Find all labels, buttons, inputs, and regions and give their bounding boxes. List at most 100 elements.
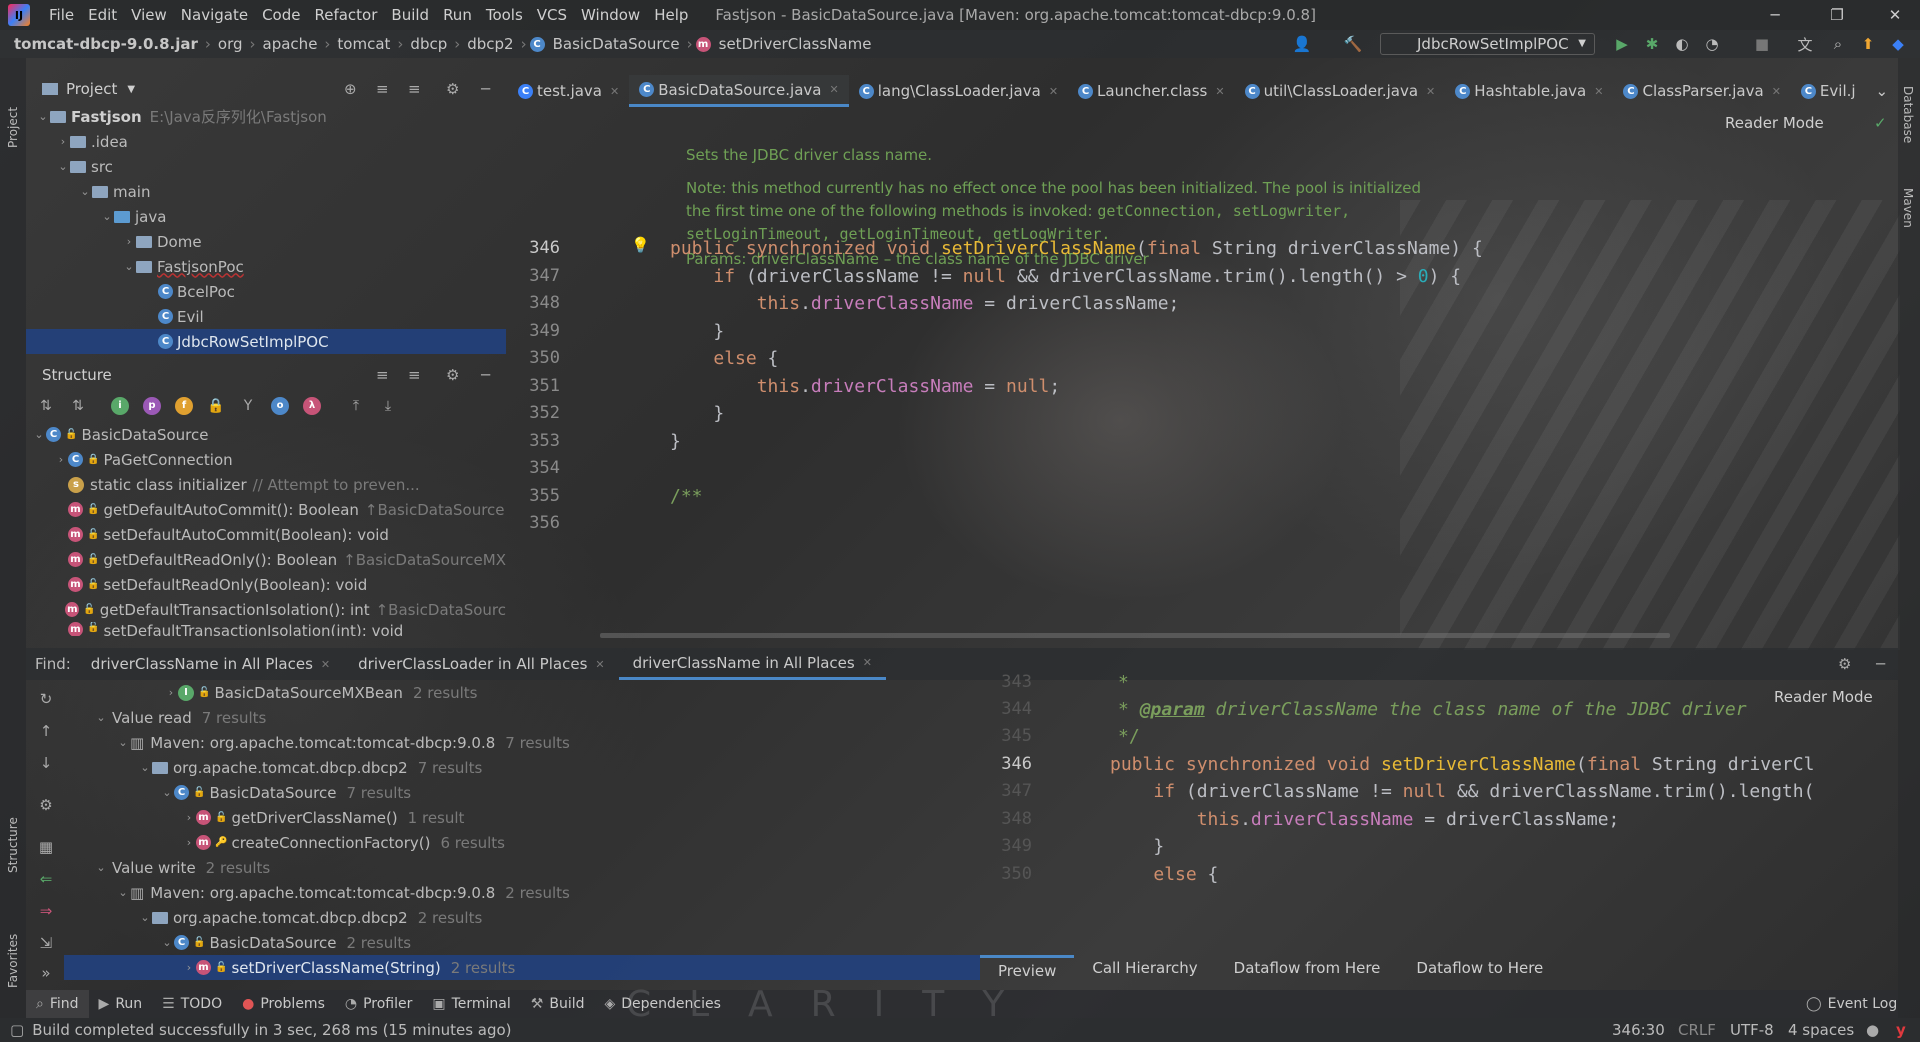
breadcrumb-class[interactable]: BasicDataSource bbox=[549, 35, 684, 53]
chevron-down-icon[interactable]: ▼ bbox=[127, 84, 135, 95]
user-icon[interactable]: 👤 bbox=[1292, 34, 1312, 54]
horizontal-scrollbar[interactable] bbox=[600, 633, 1670, 638]
result-row[interactable]: › m 🔓 getDriverClassName() 1 result bbox=[64, 805, 980, 830]
menu-edit[interactable]: Edit bbox=[81, 6, 124, 24]
tab-lang-classloader-java[interactable]: Clang\ClassLoader.java ✕ bbox=[849, 75, 1068, 107]
profile-icon[interactable]: ◔ bbox=[1702, 34, 1722, 54]
structure-item[interactable]: m 🔓 setDefaultAutoCommit(Boolean): void bbox=[26, 522, 506, 547]
status-toggle-icon[interactable]: ▢ bbox=[10, 1021, 24, 1039]
database-tool-label[interactable]: Database bbox=[1901, 86, 1915, 143]
usage-preview[interactable]: Reader Mode 343 344 345 346 347 348 349 … bbox=[980, 672, 1898, 950]
tab-launcher-class[interactable]: C Launcher.class ✕ bbox=[1068, 75, 1235, 107]
tab-classparser-java[interactable]: C ClassParser.java ✕ bbox=[1613, 75, 1790, 107]
project-panel-title[interactable]: Project bbox=[66, 80, 117, 98]
result-row[interactable]: ⌄ C 🔓 BasicDataSource 7 results bbox=[64, 780, 980, 805]
preview-reader-mode-button[interactable]: Reader Mode bbox=[1774, 688, 1873, 706]
lambda-icon[interactable]: λ bbox=[302, 396, 322, 416]
tool-terminal[interactable]: ▣ Terminal bbox=[422, 996, 520, 1012]
result-row[interactable]: ⌄ Value read 7 results bbox=[64, 705, 980, 730]
tree-item-idea[interactable]: › .idea bbox=[26, 129, 506, 154]
breadcrumb-dbcp[interactable]: dbcp bbox=[406, 35, 451, 53]
translate-icon[interactable]: 文 bbox=[1795, 34, 1815, 54]
plugin-y-icon[interactable]: y bbox=[1896, 1021, 1906, 1039]
menu-help[interactable]: Help bbox=[647, 6, 695, 24]
result-row[interactable]: › m 🔑 createConnectionFactory() 6 results bbox=[64, 830, 980, 855]
breadcrumb-apache[interactable]: apache bbox=[259, 35, 322, 53]
expand-all-icon[interactable]: ≡ bbox=[376, 366, 389, 384]
menu-run[interactable]: Run bbox=[436, 6, 479, 24]
favorites-tool-label[interactable]: Favorites bbox=[6, 898, 20, 988]
find-tab-3[interactable]: driverClassName in All Places ✕ bbox=[618, 648, 886, 680]
result-row-selected[interactable]: › m 🔓 setDriverClassName(String) 2 results bbox=[64, 955, 980, 980]
file-encoding[interactable]: UTF-8 bbox=[1730, 1021, 1774, 1039]
collapse-all-icon[interactable]: ≡ bbox=[408, 366, 421, 384]
tab-util-classloader-java[interactable]: Cutil\ClassLoader.java ✕ bbox=[1235, 75, 1446, 107]
status-message[interactable]: Build completed successfully in 3 sec, 2… bbox=[32, 1021, 511, 1039]
autoscroll-from-source-icon[interactable]: ⤓ bbox=[378, 396, 398, 416]
line-separator[interactable]: CRLF bbox=[1678, 1021, 1716, 1039]
tree-item-fastjson[interactable]: ⌄ Fastjson E:\Java反序列化\Fastjson bbox=[26, 104, 506, 129]
collapse-all-icon[interactable]: ≡ bbox=[408, 80, 421, 98]
stop-icon[interactable]: ■ bbox=[1752, 34, 1772, 54]
previous-occurrence-icon[interactable]: ↑ bbox=[36, 722, 56, 742]
settings-icon[interactable]: ⚙ bbox=[36, 796, 56, 816]
breadcrumb-jar[interactable]: tomcat-dbcp-9.0.8.jar bbox=[10, 35, 202, 53]
coverage-icon[interactable]: ◐ bbox=[1672, 34, 1692, 54]
show-anonymous-icon[interactable]: Y bbox=[238, 396, 258, 416]
menu-code[interactable]: Code bbox=[255, 6, 307, 24]
structure-item[interactable]: m 🔓 getDefaultAutoCommit(): Boolean ↑BasicD… bbox=[26, 497, 506, 522]
export-icon[interactable]: ⇲ bbox=[36, 934, 56, 954]
update-icon[interactable]: ⬆ bbox=[1858, 34, 1878, 54]
run-icon[interactable]: ▶ bbox=[1612, 34, 1632, 54]
reader-mode-button[interactable]: Reader Mode bbox=[1725, 114, 1824, 132]
result-row[interactable]: ⌄ org.apache.tomcat.dbcp.dbcp2 7 results bbox=[64, 755, 980, 780]
tool-build[interactable]: ⚒ Build bbox=[521, 996, 595, 1012]
indent-setting[interactable]: 4 spaces bbox=[1788, 1021, 1854, 1039]
gear-icon[interactable]: ⚙ bbox=[446, 80, 459, 98]
tool-run[interactable]: ▶ Run bbox=[89, 996, 153, 1012]
tab-basicdatasource-java[interactable]: C BasicDataSource.java ✕ bbox=[629, 75, 849, 107]
sort-visibility-icon[interactable]: ⇅ bbox=[68, 396, 88, 416]
tool-profiler[interactable]: ◔ Profiler bbox=[335, 996, 423, 1012]
result-row[interactable]: › I 🔓 BasicDataSourceMXBean 2 results bbox=[64, 680, 980, 705]
show-fields-icon[interactable]: f bbox=[174, 396, 194, 416]
hide-icon[interactable]: ─ bbox=[481, 80, 490, 98]
structure-item[interactable]: m 🔓 setDefaultTransactionIsolation(int): v… bbox=[26, 622, 506, 636]
write-access-icon[interactable]: ⇒ bbox=[36, 902, 56, 922]
breadcrumb-org[interactable]: org bbox=[214, 35, 247, 53]
close-icon[interactable]: ✕ bbox=[1872, 0, 1918, 30]
tab-dataflow-to-here[interactable]: Dataflow to Here bbox=[1398, 959, 1561, 977]
structure-item[interactable]: m 🔓 getDefaultReadOnly(): Boolean ↑BasicDat… bbox=[26, 547, 506, 572]
tool-problems[interactable]: ● Problems bbox=[232, 996, 335, 1012]
event-log-button[interactable]: ◯ Event Log bbox=[1796, 996, 1907, 1012]
tool-find[interactable]: ⌕ Find bbox=[26, 990, 89, 1018]
result-row[interactable]: ⌄ Value write 2 results bbox=[64, 855, 980, 880]
menu-build[interactable]: Build bbox=[384, 6, 436, 24]
tab-evil[interactable]: C Evil.j bbox=[1791, 75, 1866, 107]
caret-position[interactable]: 346:30 bbox=[1612, 1021, 1665, 1039]
structure-item[interactable]: s static class initializer// Attempt to p… bbox=[26, 472, 506, 497]
structure-item[interactable]: › C 🔒 PaGetConnection bbox=[26, 447, 506, 472]
show-properties-icon[interactable]: p bbox=[142, 396, 162, 416]
more-icon[interactable]: » bbox=[36, 964, 56, 984]
minimize-icon[interactable]: ─ bbox=[1752, 0, 1798, 30]
tree-item-fastjsonpoc[interactable]: ⌄ FastjsonPoc bbox=[26, 254, 506, 279]
locate-icon[interactable]: ⊕ bbox=[344, 80, 357, 98]
menu-file[interactable]: File bbox=[42, 6, 81, 24]
sort-alpha-icon[interactable]: ⇅ bbox=[36, 396, 56, 416]
run-config-select[interactable]: JdbcRowSetImplPOC ▼ bbox=[1380, 33, 1595, 55]
menu-navigate[interactable]: Navigate bbox=[174, 6, 255, 24]
read-access-icon[interactable]: ⇐ bbox=[36, 870, 56, 890]
menu-view[interactable]: View bbox=[124, 6, 174, 24]
result-row[interactable]: ⌄ ▥ Maven: org.apache.tomcat:tomcat-dbcp:9… bbox=[64, 730, 980, 755]
autoscroll-to-source-icon[interactable]: ⤒ bbox=[346, 396, 366, 416]
breadcrumb-tomcat[interactable]: tomcat bbox=[333, 35, 394, 53]
code-editor[interactable]: Reader Mode ✓ Sets the JDBC driver class… bbox=[508, 110, 1898, 638]
tree-item-java[interactable]: ⌄ java bbox=[26, 204, 506, 229]
menu-window[interactable]: Window bbox=[574, 6, 647, 24]
tool-todo[interactable]: ☰ TODO bbox=[152, 996, 232, 1012]
menu-vcs[interactable]: VCS bbox=[530, 6, 574, 24]
tree-item-evil[interactable]: C Evil bbox=[26, 304, 506, 329]
structure-item[interactable]: m 🔓 getDefaultTransactionIsolation(): int ↑… bbox=[26, 597, 506, 622]
toolbox-icon[interactable]: ◆ bbox=[1888, 34, 1908, 54]
